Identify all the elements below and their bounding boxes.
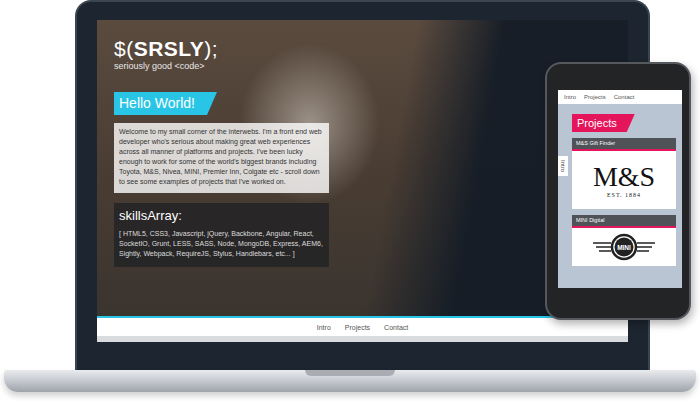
projects-banner: Projects [572,114,635,132]
laptop-base [4,370,696,392]
nav-link[interactable]: Contact [384,324,408,331]
nav-link[interactable]: Projects [584,94,606,100]
device-mockup: $(SRSLY);seriously good <code> Hello Worl… [0,0,700,420]
mini-logo-icon: MINI [589,232,659,262]
site-nav: Intro Projects Contact [97,316,628,336]
project-title: MINI Digital [572,215,676,228]
logo-mark: $(SRSLY); [114,38,218,60]
nav-link[interactable]: Contact [614,94,635,100]
nav-link[interactable]: Intro [317,324,331,331]
project-title: M&S Gift Finder [572,138,676,151]
skills-list: [ HTML5, CSS3, Javascript, jQuery, Backb… [119,229,324,259]
project-card[interactable]: MINI Digital MINI [572,215,676,266]
project-card[interactable]: M&S Gift FinderM&SEST. 1884 [572,138,676,209]
phone: Intro Projects Contact Intro Projects M&S Gif… [545,62,691,320]
base-notch [305,370,395,376]
skills-title: skillsArray: [119,207,324,225]
phone-content: IntroProjectsM&S Gift FinderM&SEST. 1884… [558,104,682,288]
side-tab[interactable]: Intro [558,156,568,176]
skills-card: skillsArray: [ HTML5, CSS3, Javascript, j… [114,203,329,267]
nav-link[interactable]: Intro [564,94,576,100]
greeting-banner: Hello World! [114,92,217,115]
wordmark: M&S [593,162,655,192]
phone-screen: Intro Projects Contact Intro Projects M&S Gif… [558,90,682,288]
logo-tagline: seriously good <code> [114,60,218,72]
svg-text:MINI: MINI [617,244,631,251]
wordmark-subtext: EST. 1884 [607,192,641,198]
project-logo: MINI [572,228,676,266]
project-logo: M&SEST. 1884 [572,151,676,209]
phone-nav: Intro Projects Contact [558,90,682,104]
site-logo[interactable]: $(SRSLY);seriously good <code> [114,38,218,74]
intro-text: Welcome to my small corner of the interw… [114,123,329,193]
nav-link[interactable]: Projects [345,324,370,331]
